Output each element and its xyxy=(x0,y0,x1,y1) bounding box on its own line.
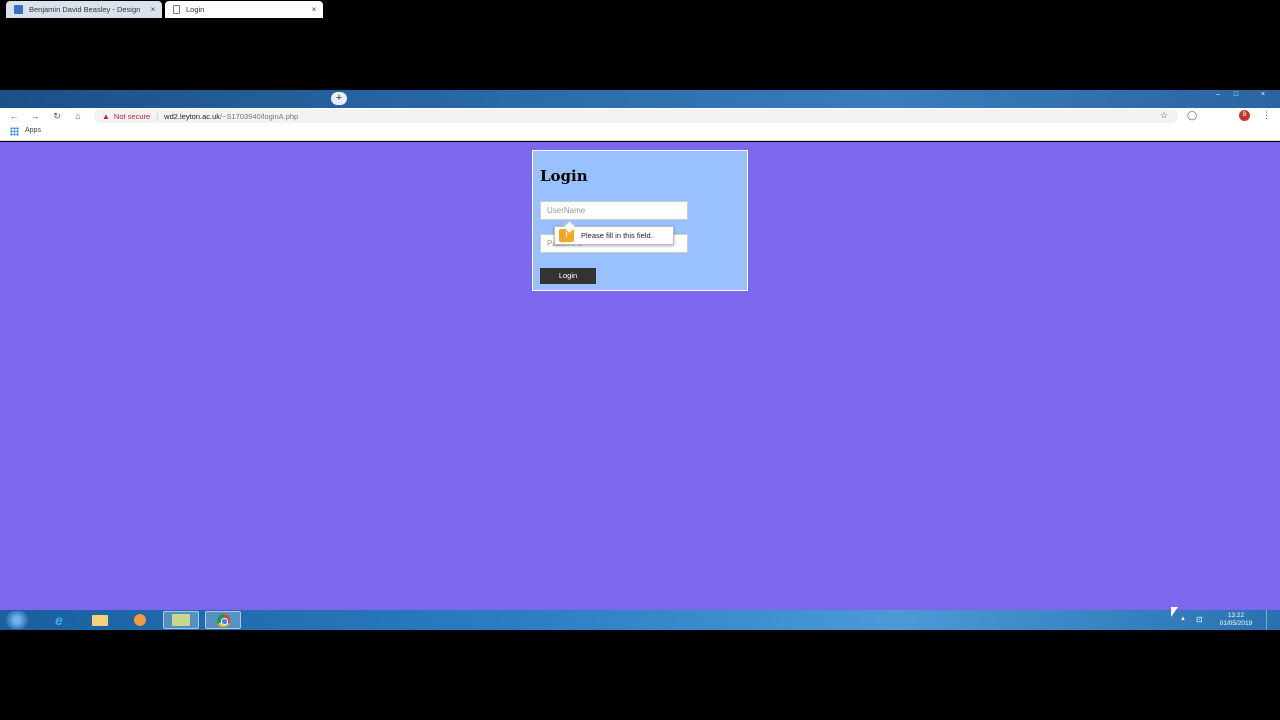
taskbar-explorer[interactable] xyxy=(82,611,118,629)
page-title: Login xyxy=(540,167,588,185)
forward-icon[interactable]: → xyxy=(29,110,41,122)
new-tab-button[interactable]: + xyxy=(331,92,347,105)
bookmarks-bar xyxy=(0,124,1280,141)
home-icon[interactable]: ⌂ xyxy=(72,110,84,122)
validation-message: Please fill in this field. xyxy=(581,231,653,240)
system-clock[interactable]: 13:22 01/05/2019 xyxy=(1210,612,1262,628)
apps-bookmark[interactable]: Apps xyxy=(25,127,41,134)
login-button[interactable]: Login xyxy=(540,268,596,284)
warning-icon: ! xyxy=(559,229,574,242)
back-icon[interactable]: ← xyxy=(8,110,20,122)
tab-login[interactable]: Login × xyxy=(165,1,323,18)
menu-icon[interactable]: ⋮ xyxy=(1262,110,1271,121)
warning-icon: ▲ xyxy=(102,111,110,121)
address-separator: | xyxy=(156,111,159,121)
show-desktop-button[interactable] xyxy=(1266,610,1280,630)
username-input[interactable] xyxy=(540,201,688,220)
mouse-cursor-icon xyxy=(1171,607,1178,617)
tab-title: Benjamin David Beasley - Design xyxy=(29,5,141,14)
taskbar-files[interactable] xyxy=(163,611,199,629)
profile-avatar[interactable]: B xyxy=(1239,110,1250,121)
reload-icon[interactable]: ↻ xyxy=(51,110,63,122)
internet-explorer-icon: e xyxy=(55,612,63,628)
extension-icon[interactable]: ◯ xyxy=(1187,110,1197,121)
tab-close-icon[interactable]: × xyxy=(148,5,158,14)
network-icon[interactable]: ⊡ xyxy=(1196,615,1203,624)
apps-grid-icon[interactable] xyxy=(10,127,19,136)
page-favicon-icon xyxy=(173,5,180,14)
url-host: wd2.leyton.ac.uk xyxy=(164,111,221,121)
docs-favicon-icon xyxy=(14,5,23,14)
taskbar-ie[interactable]: e xyxy=(41,611,77,629)
address-bar[interactable]: ▲ Not secure | wd2.leyton.ac.uk /~S17039… xyxy=(94,109,1178,123)
minimize-icon[interactable]: – xyxy=(1212,91,1224,99)
url-path: /~S1703940/loginA.php xyxy=(220,111,299,121)
taskbar-media-player[interactable] xyxy=(122,611,158,629)
start-button[interactable] xyxy=(5,611,29,629)
taskbar-chrome[interactable] xyxy=(205,611,241,629)
browser-tab-bar xyxy=(0,90,1280,108)
files-icon xyxy=(172,614,190,626)
bookmark-star-icon[interactable]: ☆ xyxy=(1160,110,1168,121)
folder-icon xyxy=(92,614,108,626)
maximize-icon[interactable]: □ xyxy=(1230,91,1242,99)
close-window-icon[interactable]: × xyxy=(1256,91,1270,99)
validation-tooltip: ! Please fill in this field. xyxy=(554,226,674,245)
media-player-icon xyxy=(134,614,146,626)
tray-expand-icon[interactable]: ▲ xyxy=(1180,616,1186,622)
tab-title: Login xyxy=(186,5,205,14)
tab-close-icon[interactable]: × xyxy=(309,5,319,14)
clock-time: 13:22 xyxy=(1227,612,1245,619)
tab-design[interactable]: Benjamin David Beasley - Design × xyxy=(6,1,162,18)
security-label[interactable]: Not secure xyxy=(114,112,150,121)
chrome-icon xyxy=(216,613,230,627)
clock-date: 01/05/2019 xyxy=(1219,620,1253,627)
